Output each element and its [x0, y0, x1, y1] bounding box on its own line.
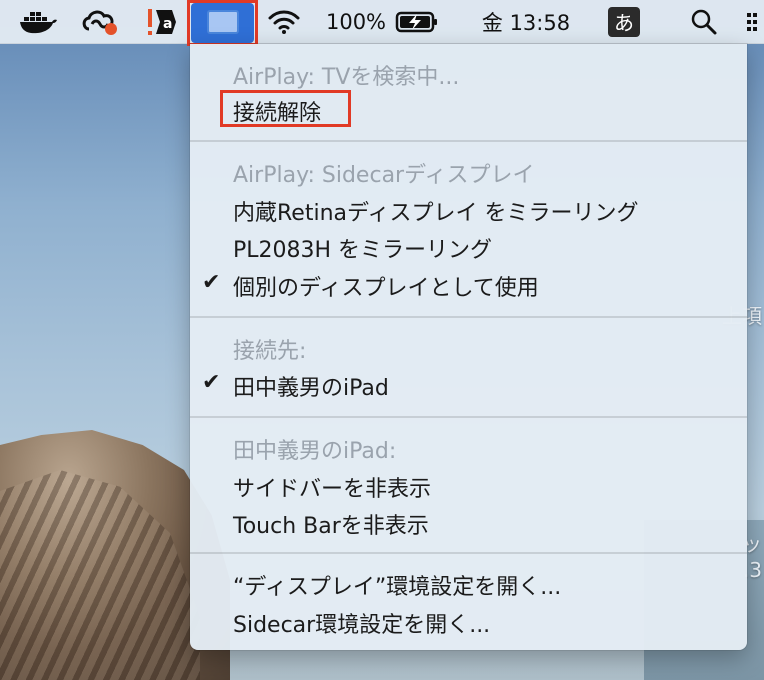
wifi-icon[interactable]	[262, 0, 306, 43]
menu-item-hide-sidebar[interactable]: サイドバーを非表示	[190, 468, 747, 504]
clock-text: 金 13:58	[481, 10, 571, 35]
menu-item-open-display-prefs[interactable]: “ディスプレイ”環境設定を開く...	[190, 566, 747, 602]
menu-item-label: 個別のディスプレイとして使用	[233, 276, 539, 301]
menu-item-label: サイドバーを非表示	[233, 477, 432, 502]
input-method-icon[interactable]: あ	[604, 0, 644, 43]
menu-header-ipad-options: 田中義男のiPad:	[190, 430, 747, 466]
menu-header-connected-to: 接続先:	[190, 330, 747, 366]
menu-bar: a 100% 金 13:58 あ	[0, 0, 764, 46]
menu-item-separate-display[interactable]: ✔ 個別のディスプレイとして使用	[190, 267, 747, 303]
battery-percent: 100%	[325, 9, 387, 34]
checkmark-icon: ✔	[202, 370, 221, 395]
menu-header-airplay-sidecar: AirPlay: Sidecarディスプレイ	[190, 154, 747, 190]
menu-item-hide-touch-bar[interactable]: Touch Barを非表示	[190, 505, 747, 541]
menu-extras-icon[interactable]	[740, 0, 764, 43]
menu-item-label: “ディスプレイ”環境設定を開く...	[233, 575, 562, 600]
annotation-box	[187, 0, 258, 46]
checkmark-icon: ✔	[202, 270, 221, 295]
search-icon[interactable]	[684, 0, 724, 43]
menu-header-label: 田中義男のiPad:	[233, 439, 397, 464]
creative-cloud-icon[interactable]	[78, 0, 122, 43]
app-icon[interactable]: a	[138, 0, 182, 43]
menu-separator	[190, 416, 747, 418]
menu-separator	[190, 316, 747, 318]
docker-icon[interactable]	[16, 0, 60, 43]
menu-item-label: PL2083H をミラーリング	[233, 238, 493, 263]
menu-item-open-sidecar-prefs[interactable]: Sidecar環境設定を開く...	[190, 604, 747, 640]
menu-item-ipad-device[interactable]: ✔ 田中義男のiPad	[190, 367, 747, 403]
sidecar-dropdown-menu: AirPlay: TVを検索中... 接続解除 AirPlay: Sidecar…	[190, 44, 747, 650]
menu-header-label: AirPlay: TVを検索中...	[233, 65, 460, 90]
menu-item-label: 田中義男のiPad	[233, 376, 389, 401]
menu-item-mirror-pl2083h[interactable]: PL2083H をミラーリング	[190, 229, 747, 265]
svg-text:a: a	[163, 16, 172, 32]
menu-item-label: Sidecar環境設定を開く...	[233, 613, 491, 638]
menu-header-airplay-tv: AirPlay: TVを検索中...	[190, 56, 747, 92]
menu-item-label: Touch Barを非表示	[233, 514, 429, 539]
menu-item-mirror-retina[interactable]: 内蔵Retinaディスプレイ をミラーリング	[190, 192, 747, 228]
menu-separator	[190, 140, 747, 142]
menu-separator	[190, 552, 747, 554]
clock[interactable]: 金 13:58	[468, 0, 584, 43]
menu-header-label: 接続先:	[233, 339, 307, 364]
input-method-label: あ	[608, 6, 640, 37]
annotation-box	[220, 90, 351, 127]
menu-item-label: 内蔵Retinaディスプレイ をミラーリング	[233, 201, 639, 226]
battery-charging-icon[interactable]	[392, 0, 442, 43]
menu-header-label: AirPlay: Sidecarディスプレイ	[233, 163, 535, 188]
